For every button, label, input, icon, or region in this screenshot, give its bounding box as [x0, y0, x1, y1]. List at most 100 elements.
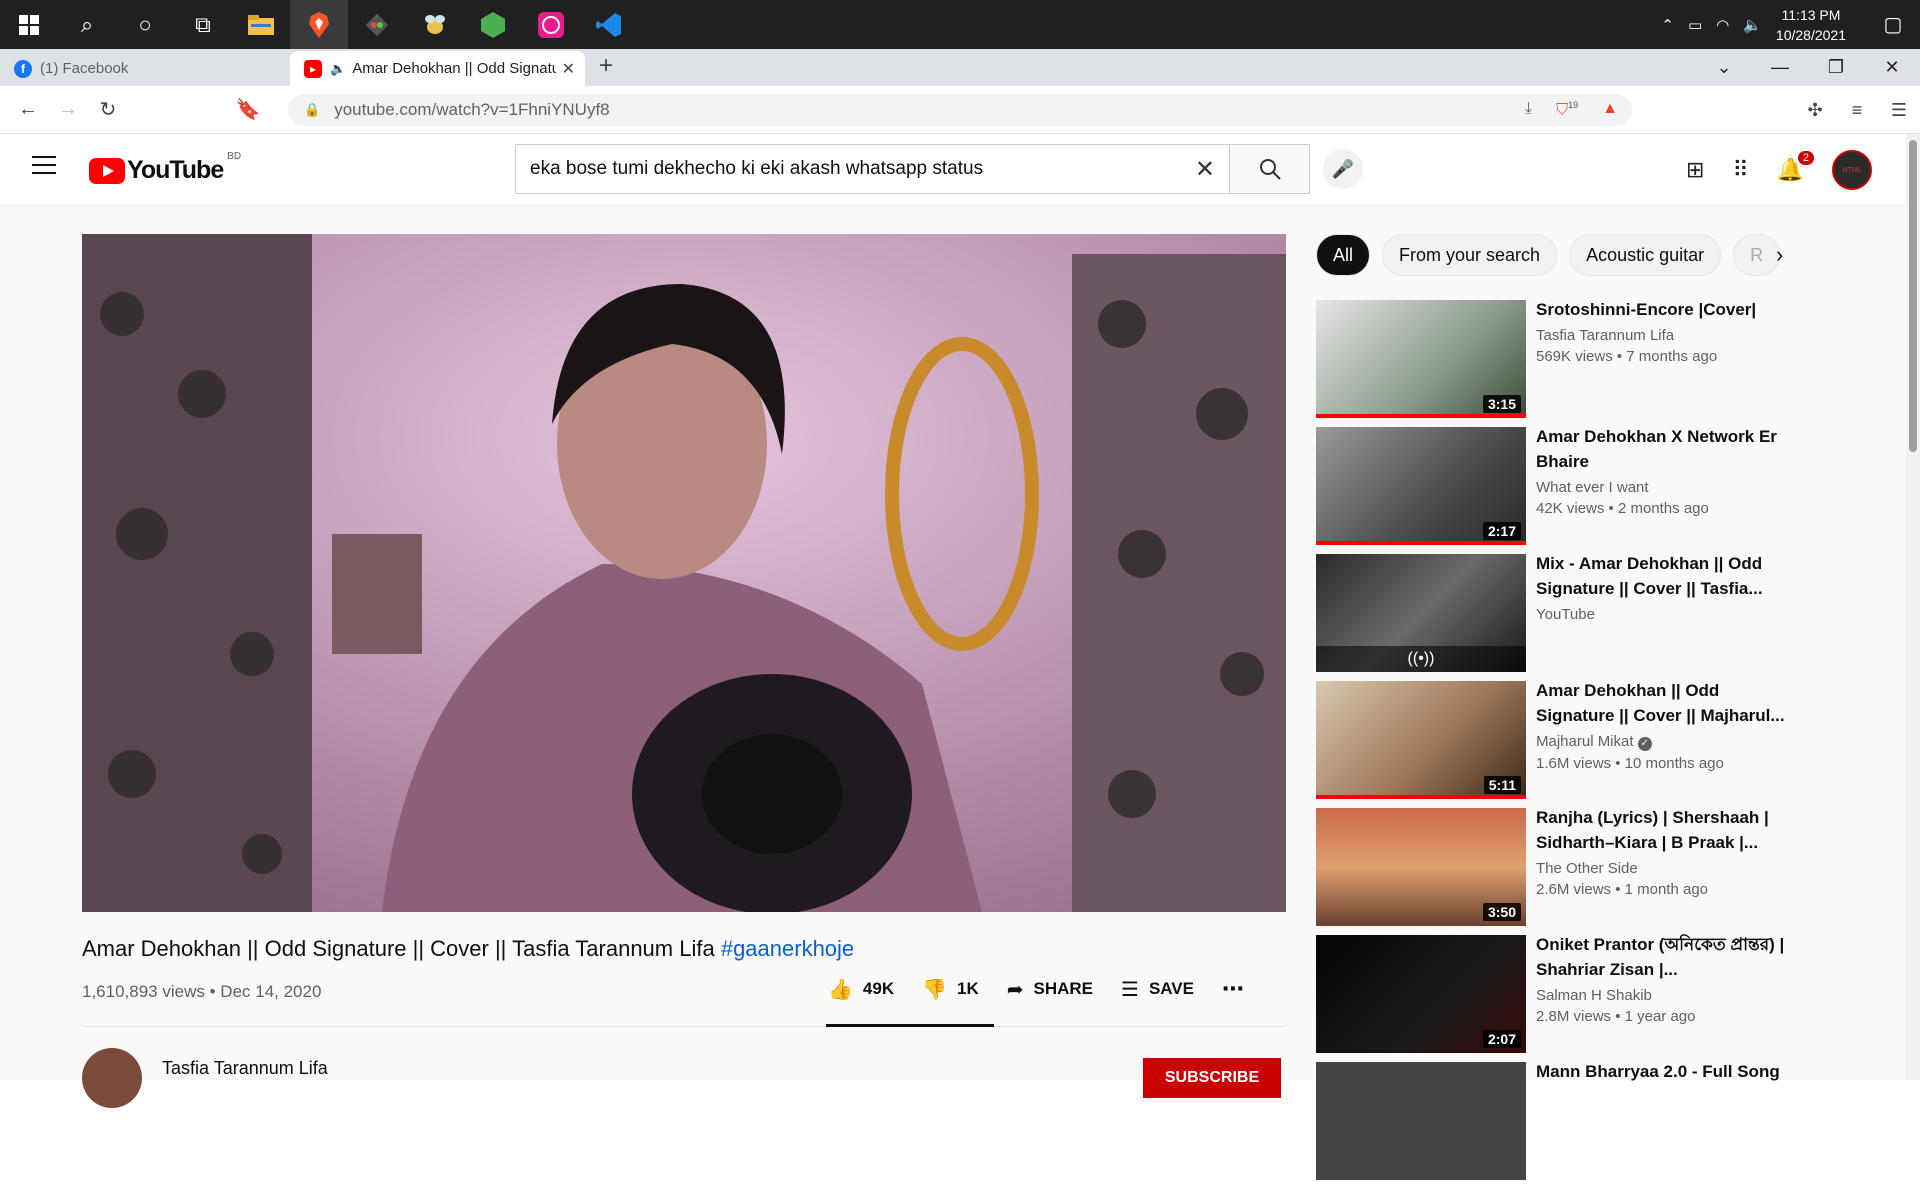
rec-channel[interactable]: Tasfia Tarannum Lifa: [1536, 327, 1796, 344]
mix-thumbnail[interactable]: ((•)): [1316, 554, 1526, 672]
video-duration: 3:50: [1482, 903, 1521, 921]
clock-date: 10/28/2021: [1775, 26, 1846, 43]
dislike-button[interactable]: 👎 1K: [922, 977, 979, 1002]
channel-avatar[interactable]: [82, 1048, 142, 1108]
rec-title[interactable]: Mix - Amar Dehokhan || Odd Signature || …: [1536, 551, 1796, 601]
chip-acoustic-guitar[interactable]: Acoustic guitar: [1569, 234, 1722, 276]
task-view-icon[interactable]: ⧉: [174, 0, 232, 49]
file-explorer-icon[interactable]: [232, 0, 290, 49]
page-scrollbar[interactable]: [1906, 134, 1920, 1080]
browser-menu-icon[interactable]: ☰: [1878, 100, 1920, 121]
share-label: SHARE: [1033, 979, 1094, 998]
close-window-icon[interactable]: ✕: [1864, 57, 1920, 78]
video-thumbnail[interactable]: 3:15: [1316, 300, 1526, 418]
rec-title[interactable]: Srotoshinni-Encore |Cover|: [1536, 297, 1796, 322]
scrollbar-thumb[interactable]: [1909, 140, 1917, 452]
wifi-icon[interactable]: ◠: [1716, 16, 1729, 34]
brave-browser-icon[interactable]: [290, 0, 348, 49]
notification-center-icon[interactable]: ▢: [1866, 12, 1920, 37]
cortana-icon[interactable]: ○: [116, 0, 174, 49]
video-thumbnail[interactable]: 2:07: [1316, 935, 1526, 1053]
clear-search-icon[interactable]: ✕: [1195, 155, 1215, 184]
youtube-logo[interactable]: YouTube BD: [89, 151, 241, 185]
recommendation-item[interactable]: 2:17 Amar Dehokhan X Network Er Bhaire W…: [1316, 424, 1796, 551]
apps-grid-icon[interactable]: ⠿: [1732, 157, 1748, 183]
lock-icon[interactable]: 🔒: [304, 102, 320, 118]
taskbar-clock[interactable]: 11:13 PM 10/28/2021: [1776, 5, 1846, 45]
youtube-wordmark: YouTube: [127, 156, 224, 184]
rec-title[interactable]: Amar Dehokhan X Network Er Bhaire: [1536, 424, 1796, 474]
subscribe-button[interactable]: SUBSCRIBE: [1143, 1058, 1281, 1098]
rec-title[interactable]: Oniket Prantor (অনিকেত প্রান্তর) | Shahr…: [1536, 932, 1796, 982]
address-bar[interactable]: 🔒 youtube.com/watch?v=1FhniYNUyf8 ⤓ ⛉19 …: [288, 94, 1632, 126]
notifications-bell-icon[interactable]: 🔔 2: [1777, 151, 1814, 183]
recommendations-list: 3:15 Srotoshinni-Encore |Cover| Tasfia T…: [1316, 297, 1796, 1186]
close-tab-icon[interactable]: ✕: [562, 59, 575, 79]
chip-partial[interactable]: R: [1733, 234, 1781, 276]
install-icon[interactable]: ⤓: [1525, 100, 1532, 119]
chevron-up-icon[interactable]: ⌃: [1661, 16, 1674, 34]
nodejs-icon[interactable]: [464, 0, 522, 49]
video-thumbnail[interactable]: 2:17: [1316, 427, 1526, 545]
tab-search-icon[interactable]: ⌄: [1696, 57, 1752, 78]
recommendation-item[interactable]: ((•)) Mix - Amar Dehokhan || Odd Signatu…: [1316, 551, 1796, 678]
more-actions-icon[interactable]: ⋯: [1222, 976, 1244, 1002]
video-thumbnail[interactable]: 5:11: [1316, 681, 1526, 799]
account-avatar[interactable]: HTML: [1832, 150, 1872, 190]
media-control-icon[interactable]: ≡: [1836, 100, 1878, 121]
extensions-icon[interactable]: ✣: [1794, 100, 1836, 121]
rec-title[interactable]: Ranjha (Lyrics) | Shershaah | Sidharth–K…: [1536, 805, 1796, 855]
rec-channel[interactable]: YouTube: [1536, 606, 1796, 623]
menu-icon[interactable]: [32, 156, 56, 180]
search-input[interactable]: eka bose tumi dekhecho ki eki akash what…: [515, 144, 1230, 194]
search-icon[interactable]: ⌕: [58, 0, 116, 49]
back-icon[interactable]: ←: [8, 98, 48, 121]
rec-title[interactable]: Mann Bharryaa 2.0 - Full Song: [1536, 1059, 1796, 1084]
rec-title[interactable]: Amar Dehokhan || Odd Signature || Cover …: [1536, 678, 1796, 728]
voice-search-icon[interactable]: 🎤: [1323, 149, 1363, 189]
recommendation-item[interactable]: 3:50 Ranjha (Lyrics) | Shershaah | Sidha…: [1316, 805, 1796, 932]
rec-channel-name: Majharul Mikat: [1536, 733, 1634, 750]
chip-all[interactable]: All: [1316, 234, 1371, 276]
chip-from-your-search[interactable]: From your search: [1382, 234, 1558, 276]
brave-rewards-icon[interactable]: ▲: [1602, 100, 1618, 119]
git-app-icon[interactable]: [348, 0, 406, 49]
verified-badge-icon: ✓: [1637, 737, 1652, 751]
save-button[interactable]: ☰ SAVE: [1121, 977, 1194, 1002]
mix-radio-icon: ((•)): [1316, 646, 1526, 672]
bookmark-icon[interactable]: 🔖: [228, 97, 268, 122]
search-button[interactable]: [1230, 144, 1310, 194]
rec-channel[interactable]: Majharul Mikat ✓: [1536, 733, 1796, 751]
rec-channel[interactable]: What ever I want: [1536, 479, 1796, 496]
rec-channel[interactable]: The Other Side: [1536, 860, 1796, 877]
audio-playing-icon[interactable]: 🔈: [330, 61, 346, 77]
minimize-icon[interactable]: —: [1752, 57, 1808, 78]
forward-icon[interactable]: →: [48, 98, 88, 121]
channel-name[interactable]: Tasfia Tarannum Lifa: [162, 1058, 328, 1079]
share-button[interactable]: ➦ SHARE: [1007, 977, 1093, 1002]
bee-app-icon[interactable]: [406, 0, 464, 49]
new-tab-icon[interactable]: +: [599, 52, 613, 80]
like-button[interactable]: 👍 49K: [828, 977, 894, 1002]
recommendation-item[interactable]: 5:11 Amar Dehokhan || Odd Signature || C…: [1316, 678, 1796, 805]
wamp-icon[interactable]: [522, 0, 580, 49]
recommendation-item[interactable]: 3:15 Srotoshinni-Encore |Cover| Tasfia T…: [1316, 297, 1796, 424]
volume-icon[interactable]: 🔈: [1743, 16, 1762, 34]
maximize-icon[interactable]: ❐: [1808, 57, 1864, 78]
rec-views: 1.6M views • 10 months ago: [1536, 755, 1724, 772]
video-player[interactable]: [82, 234, 1286, 912]
tab-facebook[interactable]: f (1) Facebook: [0, 51, 290, 86]
recommendation-item[interactable]: 2:07 Oniket Prantor (অনিকেত প্রান্তর) | …: [1316, 932, 1796, 1059]
windows-start-icon[interactable]: [0, 0, 58, 49]
brave-shields-icon[interactable]: ⛉19: [1556, 100, 1578, 119]
chevron-right-icon[interactable]: ›: [1776, 242, 1783, 268]
reload-icon[interactable]: ↻: [88, 97, 128, 122]
battery-icon[interactable]: ▭: [1688, 16, 1702, 34]
recommendation-item[interactable]: Mann Bharryaa 2.0 - Full Song: [1316, 1059, 1796, 1186]
video-thumbnail[interactable]: 3:50: [1316, 808, 1526, 926]
create-video-icon[interactable]: ⊞: [1686, 157, 1704, 183]
vscode-icon[interactable]: [580, 0, 638, 49]
rec-channel[interactable]: Salman H Shakib: [1536, 987, 1796, 1004]
video-hashtag[interactable]: #gaanerkhoje: [721, 936, 854, 961]
tab-youtube[interactable]: ▸ 🔈 Amar Dehokhan || Odd Signature ✕: [290, 51, 585, 86]
